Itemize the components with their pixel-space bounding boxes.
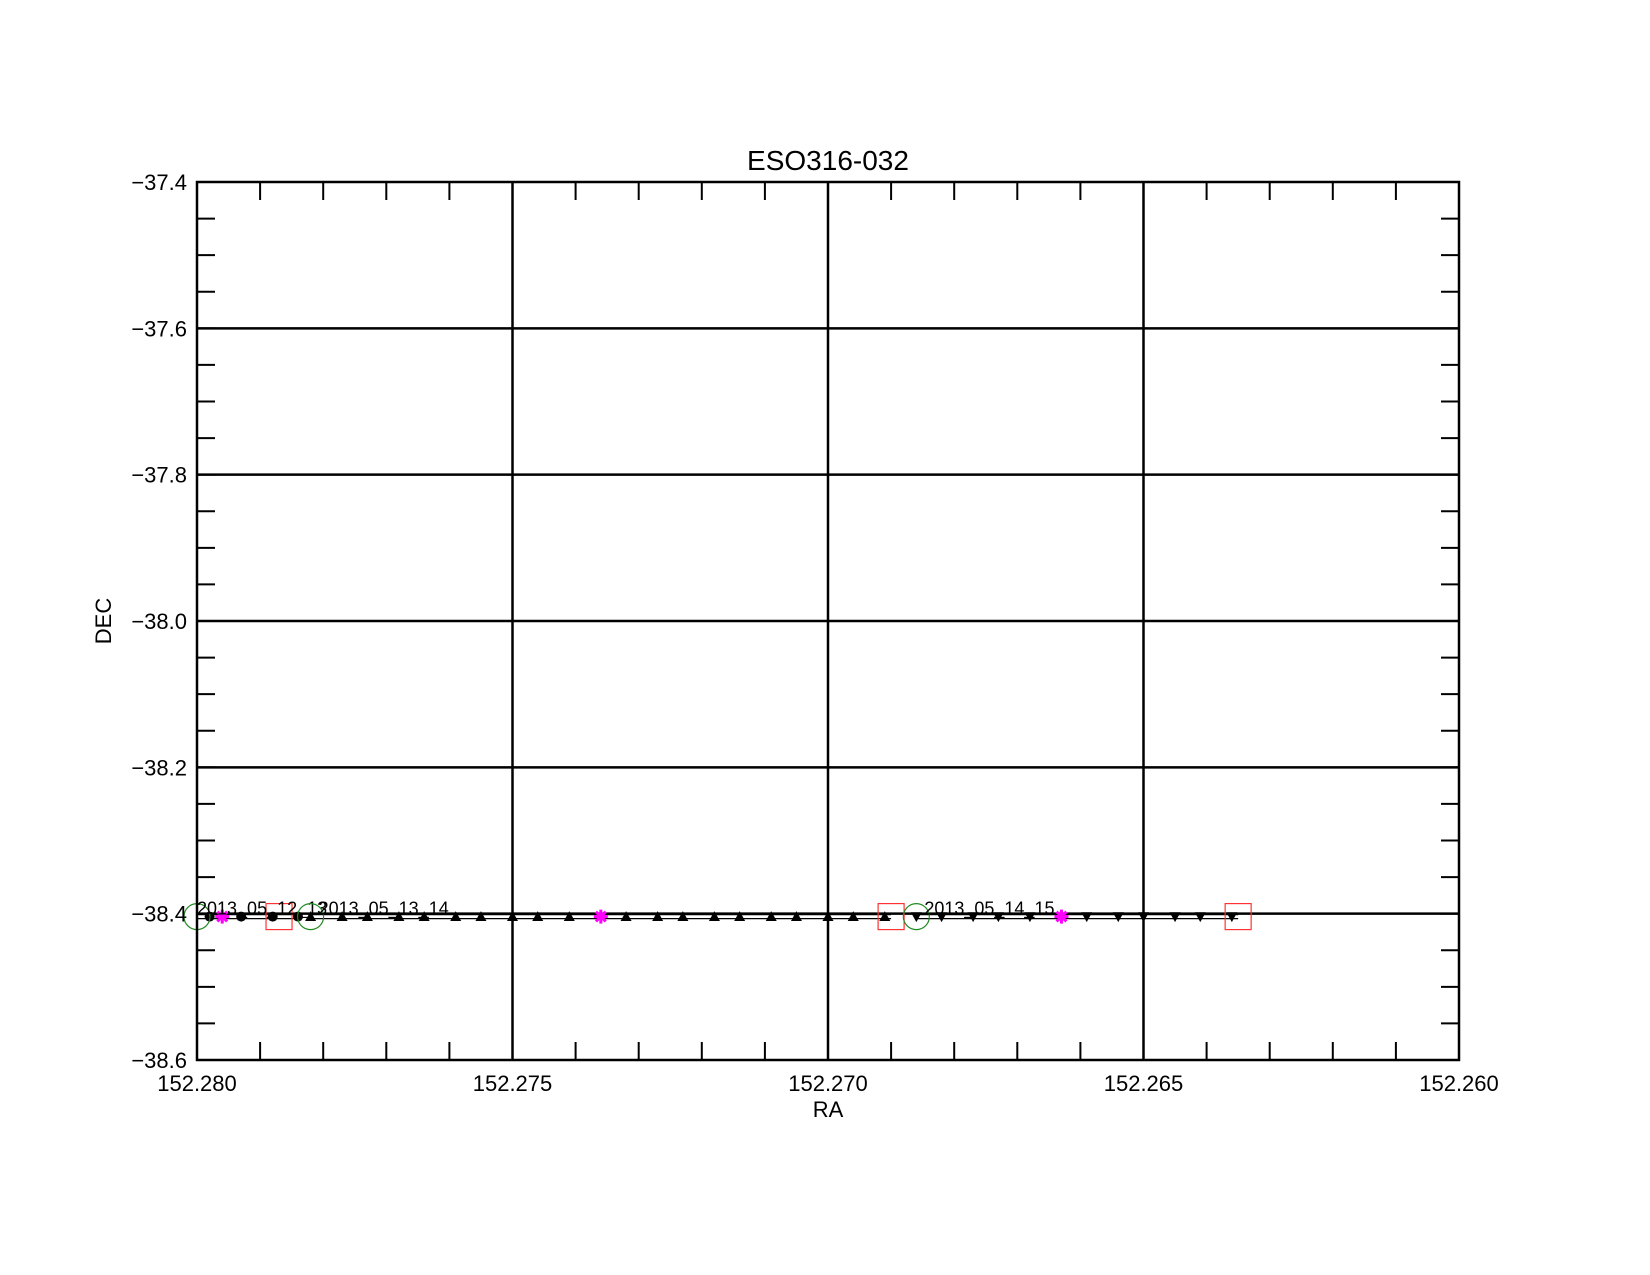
y-tick-label: −37.8	[131, 463, 187, 488]
y-tick-label: −37.4	[131, 170, 187, 195]
x-tick-label: 152.260	[1419, 1071, 1499, 1096]
segment-label: 2013_05_13_14	[319, 899, 449, 920]
y-tick-label: −38.4	[131, 902, 187, 927]
data-point	[1138, 912, 1149, 923]
data-point	[1169, 912, 1181, 923]
x-axis-title: RA	[813, 1097, 844, 1122]
y-axis-title: DEC	[91, 598, 116, 645]
y-tick-label: −38.0	[131, 609, 187, 634]
y-tick-label: −38.2	[131, 755, 187, 780]
midpoint-marker	[1054, 909, 1069, 924]
data-point	[1112, 912, 1124, 923]
x-tick-labels: 152.280 152.275 152.270 152.265 152.260	[157, 1071, 1499, 1096]
segment-label: 2013_05_14_15	[924, 899, 1054, 920]
x-tick-label: 152.265	[1104, 1071, 1184, 1096]
x-tick-label: 152.275	[473, 1071, 553, 1096]
y-tick-label: −37.6	[131, 316, 187, 341]
grid-lines	[197, 182, 1459, 1060]
y-tick-labels: −37.4 −37.6 −37.8 −38.0 −38.2 −38.4 −38.6	[131, 170, 187, 1073]
data-layer: 2013_05_12_132013_05_13_14 2013_05_14_15	[183, 899, 1252, 931]
y-tick-label: −38.6	[131, 1048, 187, 1073]
chart-figure: ESO316-032 2013_05_12_132013_05_13_14 201…	[91, 145, 1499, 1122]
data-point	[910, 912, 922, 923]
midpoint-marker	[593, 909, 608, 924]
x-tick-label: 152.270	[788, 1071, 868, 1096]
data-point	[1226, 912, 1238, 923]
data-point	[1081, 912, 1093, 923]
chart-title: ESO316-032	[747, 145, 909, 176]
data-point	[1194, 912, 1206, 923]
x-tick-label: 152.280	[157, 1071, 237, 1096]
